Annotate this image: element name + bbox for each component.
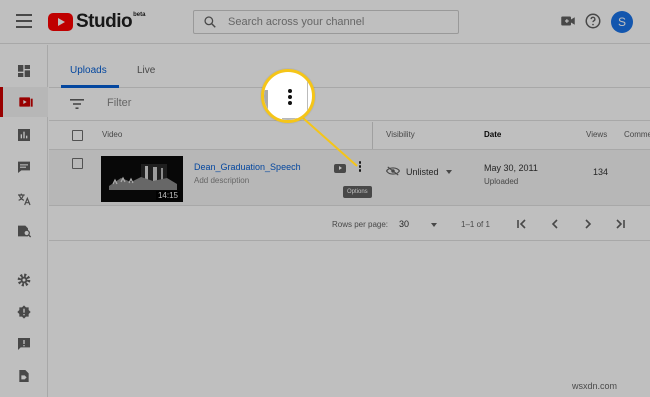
rows-per-page-label: Rows per page: (332, 220, 389, 229)
column-comments[interactable]: Comme (624, 130, 650, 139)
video-description[interactable]: Add description (194, 176, 249, 185)
send-feedback-icon (18, 338, 30, 350)
creator-studio-classic-icon (19, 370, 29, 382)
comments-icon (18, 161, 30, 173)
help-icon[interactable] (584, 12, 602, 30)
video-status: Uploaded (484, 177, 519, 186)
logo-beta-badge: beta (133, 12, 146, 18)
rows-per-page-caret-icon[interactable] (431, 223, 437, 227)
callout-edge-left (264, 90, 268, 112)
previous-page-icon[interactable] (548, 217, 562, 231)
sidebar-item-send-feedback[interactable] (0, 329, 48, 359)
youtube-watch-icon[interactable] (334, 164, 346, 173)
filter-bar[interactable]: Filter (49, 89, 650, 121)
column-visibility: Visibility (386, 130, 415, 139)
avatar[interactable]: S (611, 11, 633, 33)
analytics-icon (18, 129, 30, 141)
callout-edge-right (307, 80, 308, 120)
next-page-icon[interactable] (581, 217, 595, 231)
search-box[interactable] (193, 10, 459, 34)
feedback-alert-icon (17, 305, 31, 319)
options-tooltip: Options (343, 186, 372, 198)
video-title-link[interactable]: Dean_Graduation_Speech (194, 162, 301, 172)
create-video-icon[interactable] (559, 12, 577, 30)
youtube-play-icon (48, 13, 73, 31)
sidebar-item-settings[interactable] (0, 265, 48, 295)
table-row[interactable]: 14:15 Dean_Graduation_Speech Add descrip… (49, 150, 650, 206)
sidebar (0, 45, 48, 397)
tab-live[interactable]: Live (137, 65, 155, 76)
active-tab-indicator (61, 85, 119, 88)
youtube-studio-app: Studio beta Search across your channel S… (0, 0, 650, 397)
video-thumbnail[interactable]: 14:15 (101, 156, 183, 202)
first-page-icon[interactable] (515, 217, 529, 231)
column-video: Video (102, 130, 123, 139)
sidebar-item-dashboard[interactable] (0, 56, 48, 86)
column-views[interactable]: Views (586, 130, 607, 139)
menu-icon[interactable] (16, 14, 32, 28)
translations-icon (18, 193, 31, 206)
tab-uploads[interactable]: Uploads (70, 65, 107, 76)
filter-input[interactable]: Filter (107, 97, 131, 109)
row-checkbox[interactable] (72, 158, 83, 169)
sidebar-item-videos[interactable] (0, 87, 48, 117)
options-icon[interactable] (357, 161, 363, 175)
sidebar-item-creator-studio-classic[interactable] (0, 361, 48, 391)
search-icon (204, 16, 216, 28)
sidebar-item-feedback-alert[interactable] (0, 297, 48, 327)
watermark: wsxdn.com (572, 381, 618, 391)
unlisted-eye-icon (386, 166, 400, 176)
table-header: Video Visibility Date Views Comme (49, 122, 650, 150)
last-page-icon[interactable] (613, 217, 627, 231)
copyright-icon (18, 225, 32, 238)
select-all-checkbox[interactable] (72, 130, 83, 141)
video-date: May 30, 2011 (484, 163, 538, 173)
studio-logo[interactable]: Studio beta (48, 11, 145, 33)
search-input[interactable] (228, 11, 453, 33)
sidebar-item-analytics[interactable] (0, 120, 48, 150)
filter-icon[interactable] (70, 98, 84, 110)
top-header: Studio beta S (0, 0, 650, 44)
main-content: Uploads Live Filter Video Visibility Dat… (49, 45, 650, 397)
pagination-bar: Rows per page: 30 1–1 of 1 (49, 207, 650, 241)
column-date[interactable]: Date (484, 130, 501, 139)
sidebar-item-translations[interactable] (0, 184, 48, 214)
video-views: 134 (593, 167, 609, 177)
rows-per-page-select[interactable]: 30 (399, 219, 409, 229)
magnified-options-callout (261, 69, 315, 123)
visibility-dropdown-icon[interactable] (446, 170, 452, 174)
sidebar-item-copyright[interactable] (0, 216, 48, 246)
video-duration: 14:15 (155, 191, 180, 200)
videos-icon (18, 97, 33, 107)
sidebar-item-comments[interactable] (0, 152, 48, 182)
content-tabs: Uploads Live (49, 45, 650, 88)
settings-icon (17, 273, 31, 287)
logo-text: Studio (76, 11, 133, 32)
magnified-options-icon (287, 89, 293, 107)
visibility-value[interactable]: Unlisted (406, 167, 439, 177)
page-range: 1–1 of 1 (461, 220, 490, 229)
dashboard-icon (18, 65, 30, 77)
